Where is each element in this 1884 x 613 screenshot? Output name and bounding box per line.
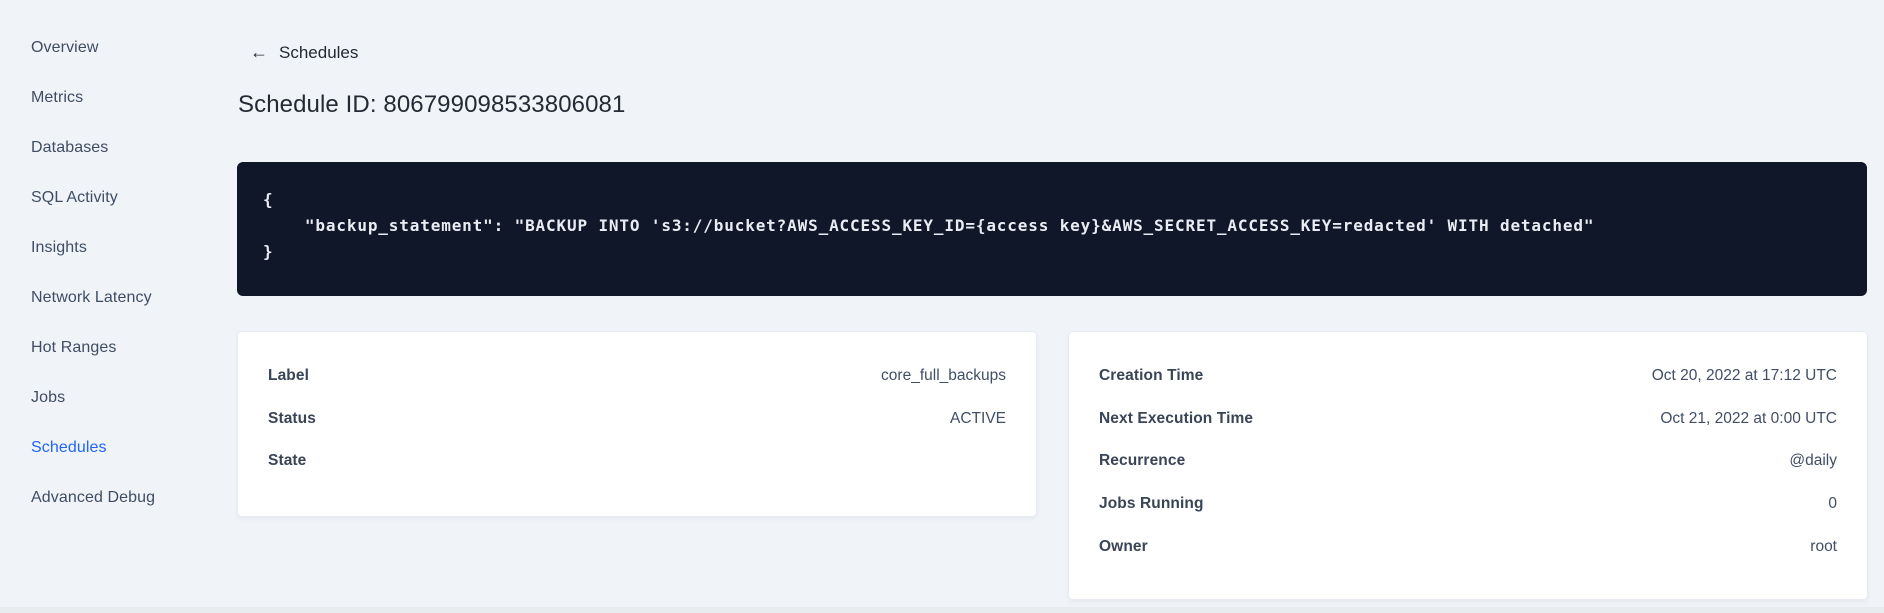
back-link-label: Schedules <box>279 43 359 62</box>
detail-label: State <box>268 452 307 470</box>
detail-row-creation-time: Creation Time Oct 20, 2022 at 17:12 UTC <box>1099 355 1837 398</box>
code-line: "backup_statement": "BACKUP INTO 's3://b… <box>263 216 1595 235</box>
detail-label: Jobs Running <box>1099 495 1204 513</box>
detail-row-state: State <box>268 440 1006 483</box>
detail-value: Oct 21, 2022 at 0:00 UTC <box>1660 409 1837 427</box>
page-title: Schedule ID: 806799098533806081 <box>238 91 626 118</box>
detail-label: Creation Time <box>1099 367 1204 385</box>
detail-value: root <box>1810 537 1837 555</box>
sidebar-item-overview[interactable]: Overview <box>31 23 201 73</box>
window-bottom-edge <box>0 607 1884 613</box>
sidebar-item-metrics[interactable]: Metrics <box>31 73 201 123</box>
schedule-details-page: Overview Metrics Databases SQL Activity … <box>0 0 1884 613</box>
detail-label: Next Execution Time <box>1099 409 1254 427</box>
schedule-status-card: Label core_full_backups Status ACTIVE St… <box>237 331 1037 517</box>
detail-row-label: Label core_full_backups <box>268 355 1006 398</box>
detail-label: Label <box>268 367 309 385</box>
sidebar-item-jobs[interactable]: Jobs <box>31 373 201 423</box>
detail-label: Owner <box>1099 537 1148 555</box>
detail-value: Oct 20, 2022 at 17:12 UTC <box>1651 367 1837 385</box>
sidebar-item-hot-ranges[interactable]: Hot Ranges <box>31 323 201 373</box>
detail-label: Status <box>268 409 316 427</box>
detail-row-recurrence: Recurrence @daily <box>1099 440 1837 483</box>
detail-value: ACTIVE <box>950 409 1006 427</box>
detail-value: core_full_backups <box>881 367 1006 385</box>
schedule-definition-code-block: { "backup_statement": "BACKUP INTO 's3:/… <box>237 162 1867 296</box>
sidebar-item-schedules[interactable]: Schedules <box>31 423 201 473</box>
detail-cards: Label core_full_backups Status ACTIVE St… <box>237 331 1868 600</box>
schedule-timing-card: Creation Time Oct 20, 2022 at 17:12 UTC … <box>1068 331 1868 600</box>
code-line: } <box>263 242 274 261</box>
back-to-schedules-link[interactable]: ← Schedules <box>250 43 358 63</box>
detail-row-status: Status ACTIVE <box>268 398 1006 441</box>
detail-value: 0 <box>1828 495 1837 513</box>
sidebar-nav: Overview Metrics Databases SQL Activity … <box>31 23 201 523</box>
sidebar-item-advanced-debug[interactable]: Advanced Debug <box>31 473 201 523</box>
code-line: { <box>263 190 274 209</box>
sidebar-item-network-latency[interactable]: Network Latency <box>31 273 201 323</box>
sidebar-item-sql-activity[interactable]: SQL Activity <box>31 173 201 223</box>
detail-row-next-execution-time: Next Execution Time Oct 21, 2022 at 0:00… <box>1099 398 1837 441</box>
detail-row-jobs-running: Jobs Running 0 <box>1099 483 1837 526</box>
back-arrow-icon: ← <box>250 42 268 62</box>
detail-row-owner: Owner root <box>1099 525 1837 568</box>
detail-label: Recurrence <box>1099 452 1186 470</box>
sidebar-item-insights[interactable]: Insights <box>31 223 201 273</box>
main-content: ← Schedules Schedule ID: 806799098533806… <box>237 0 1868 613</box>
sidebar-item-databases[interactable]: Databases <box>31 123 201 173</box>
detail-value: @daily <box>1789 452 1837 470</box>
